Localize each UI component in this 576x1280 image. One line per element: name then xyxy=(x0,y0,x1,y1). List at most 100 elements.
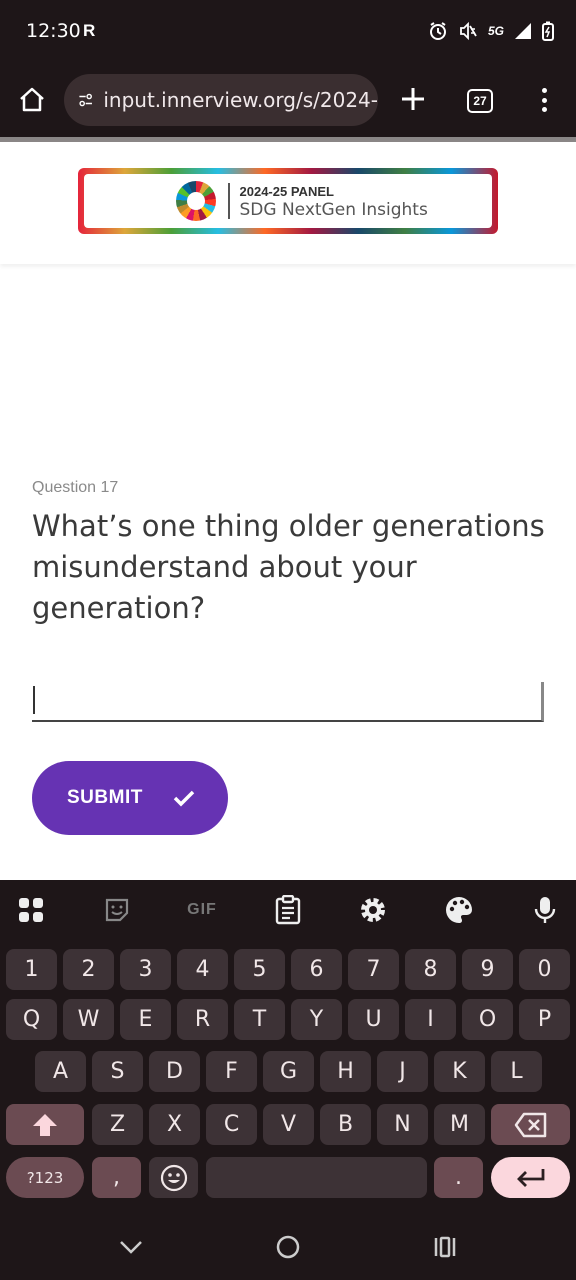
key-5[interactable]: 5 xyxy=(234,949,285,990)
key-p[interactable]: P xyxy=(519,999,570,1040)
circle-home-icon xyxy=(276,1235,300,1259)
key-s[interactable]: S xyxy=(92,1051,143,1092)
key-0[interactable]: 0 xyxy=(519,949,570,990)
key-f[interactable]: F xyxy=(206,1051,257,1092)
key-6[interactable]: 6 xyxy=(291,949,342,990)
key-7[interactable]: 7 xyxy=(348,949,399,990)
enter-key[interactable] xyxy=(491,1157,570,1198)
check-icon xyxy=(173,790,195,807)
question-number: Question 17 xyxy=(32,479,119,496)
comma-key[interactable]: , xyxy=(92,1157,141,1198)
banner-text: 2024-25 PANEL SDG NextGen Insights xyxy=(240,182,428,220)
banner-year: 2024-25 xyxy=(239,184,288,199)
banner-subtitle: SDG NextGen Insights xyxy=(239,200,428,220)
key-t[interactable]: T xyxy=(234,999,285,1040)
key-4[interactable]: 4 xyxy=(177,949,228,990)
settings-icon[interactable] xyxy=(357,894,389,926)
key-o[interactable]: O xyxy=(462,999,513,1040)
question-text: What’s one thing older generations misun… xyxy=(32,509,545,625)
key-i[interactable]: I xyxy=(405,999,456,1040)
key-k[interactable]: K xyxy=(434,1051,485,1092)
apps-icon[interactable] xyxy=(15,894,47,926)
key-l[interactable]: L xyxy=(491,1051,542,1092)
panel-logo-banner: 2024-25 PANEL SDG NextGen Insights xyxy=(78,168,498,234)
banner-inner: 2024-25 PANEL SDG NextGen Insights xyxy=(84,174,492,228)
key-r[interactable]: R xyxy=(177,999,228,1040)
nav-back-button[interactable] xyxy=(116,1232,146,1262)
mute-icon xyxy=(458,21,478,41)
network-label: 5G xyxy=(487,24,504,38)
key-b[interactable]: B xyxy=(320,1104,371,1145)
site-settings-icon[interactable] xyxy=(78,89,93,111)
key-h[interactable]: H xyxy=(320,1051,371,1092)
key-9[interactable]: 9 xyxy=(462,949,513,990)
period-key[interactable]: . xyxy=(434,1157,483,1198)
key-2[interactable]: 2 xyxy=(63,949,114,990)
status-bar: 12:30 R 5G xyxy=(0,0,576,66)
battery-icon xyxy=(542,21,554,41)
keyboard-toolbar: GIF xyxy=(0,880,576,940)
browser-toolbar: input.innerview.org/s/2024- 27 xyxy=(0,66,576,138)
key-e[interactable]: E xyxy=(120,999,171,1040)
key-q[interactable]: Q xyxy=(6,999,57,1040)
emoji-key[interactable] xyxy=(149,1157,198,1198)
submit-label: SUBMIT xyxy=(67,787,143,808)
key-x[interactable]: X xyxy=(149,1104,200,1145)
menu-dot xyxy=(541,107,547,112)
nav-recents-button[interactable] xyxy=(430,1232,460,1262)
banner-title: 2024-25 PANEL xyxy=(240,182,428,201)
key-d[interactable]: D xyxy=(149,1051,200,1092)
emoji-icon xyxy=(160,1164,187,1191)
address-bar[interactable]: input.innerview.org/s/2024- xyxy=(64,74,378,126)
status-icons: 5G xyxy=(428,21,554,41)
key-1[interactable]: 1 xyxy=(6,949,57,990)
alarm-icon xyxy=(428,21,448,41)
recents-icon xyxy=(434,1236,456,1258)
key-y[interactable]: Y xyxy=(291,999,342,1040)
key-w[interactable]: W xyxy=(63,999,114,1040)
chevron-down-icon xyxy=(120,1241,142,1254)
banner-panel: PANEL xyxy=(290,184,334,199)
submit-button[interactable]: SUBMIT xyxy=(32,761,228,835)
key-n[interactable]: N xyxy=(377,1104,428,1145)
enter-icon xyxy=(516,1168,544,1187)
key-v[interactable]: V xyxy=(263,1104,314,1145)
plus-icon xyxy=(402,88,424,110)
space-key[interactable] xyxy=(206,1157,427,1198)
key-j[interactable]: J xyxy=(377,1051,428,1092)
web-page: 2024-25 PANEL SDG NextGen Insights Quest… xyxy=(0,142,576,880)
key-g[interactable]: G xyxy=(263,1051,314,1092)
new-tab-button[interactable] xyxy=(398,82,428,116)
backspace-key[interactable] xyxy=(491,1104,570,1145)
home-icon xyxy=(20,87,44,112)
answer-input[interactable] xyxy=(32,682,544,722)
backspace-icon xyxy=(514,1112,546,1137)
shift-key[interactable] xyxy=(6,1104,84,1145)
key-a[interactable]: A xyxy=(35,1051,86,1092)
menu-dot xyxy=(541,97,547,103)
sticker-icon[interactable] xyxy=(101,894,133,926)
clipboard-icon[interactable] xyxy=(272,894,304,926)
symbols-key[interactable]: ?123 xyxy=(6,1157,84,1198)
home-button[interactable] xyxy=(14,80,50,120)
key-c[interactable]: C xyxy=(206,1104,257,1145)
system-nav-bar xyxy=(0,1210,576,1280)
key-8[interactable]: 8 xyxy=(405,949,456,990)
menu-dot xyxy=(541,88,547,93)
mic-icon[interactable] xyxy=(529,894,561,926)
key-m[interactable]: M xyxy=(434,1104,485,1145)
key-z[interactable]: Z xyxy=(92,1104,143,1145)
key-u[interactable]: U xyxy=(348,999,399,1040)
tab-switcher-button[interactable]: 27 xyxy=(467,89,493,113)
banner-divider xyxy=(228,183,230,219)
survey-header: 2024-25 PANEL SDG NextGen Insights xyxy=(0,142,576,264)
key-3[interactable]: 3 xyxy=(120,949,171,990)
gif-button[interactable]: GIF xyxy=(184,894,220,926)
url-text: input.innerview.org/s/2024- xyxy=(103,88,378,112)
more-menu-button[interactable] xyxy=(534,84,554,116)
palette-icon[interactable] xyxy=(443,894,475,926)
r-indicator-icon: R xyxy=(83,21,96,40)
status-time: 12:30 xyxy=(26,20,81,42)
nav-home-button[interactable] xyxy=(273,1232,303,1262)
sdg-wheel-icon xyxy=(176,181,216,221)
